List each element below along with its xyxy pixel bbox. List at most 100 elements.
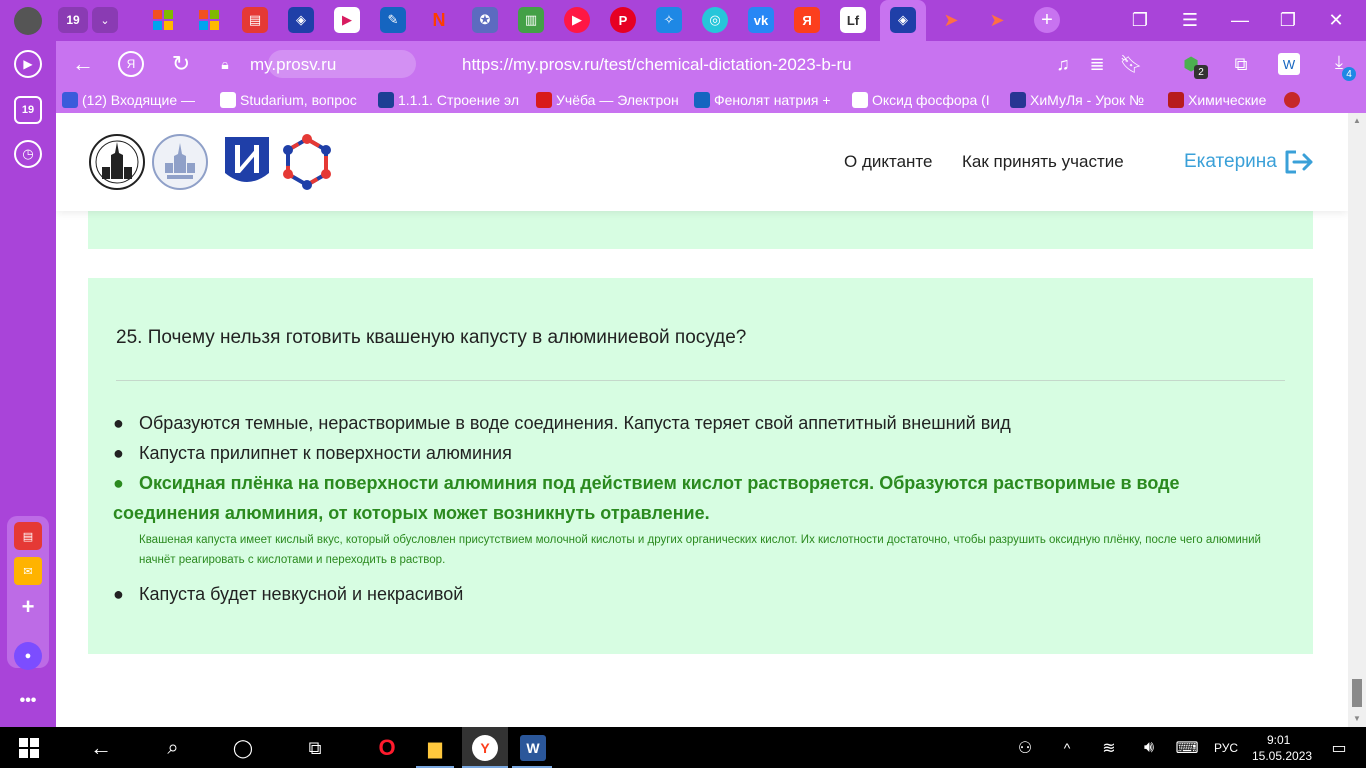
keyboard-icon[interactable]: ⌨ (1174, 735, 1200, 761)
sidebar-document-icon[interactable]: ▤ (14, 522, 42, 550)
downloads-badge: 4 (1342, 67, 1356, 81)
notifications-icon[interactable]: ▭ (1326, 735, 1352, 761)
tab-lf-icon[interactable]: Lf (840, 7, 866, 33)
people-icon[interactable]: ⚇ (1012, 735, 1038, 761)
play-icon[interactable]: ▶ (14, 50, 42, 78)
bookmark-label: Учёба — Электрон (556, 92, 679, 108)
dots-icon (852, 92, 868, 108)
tab-n-icon[interactable]: N (426, 7, 452, 33)
sidebar-mail-icon[interactable]: ✉ (14, 557, 42, 585)
sidebar-counter[interactable]: 19 (14, 96, 42, 124)
molecule-logo[interactable] (278, 133, 336, 191)
word-extension-icon[interactable]: W (1278, 53, 1300, 75)
tab-pinterest-icon[interactable]: P (610, 7, 636, 33)
scrollbar-thumb[interactable] (1352, 679, 1362, 707)
tab-plane-icon[interactable]: ➤ (938, 7, 964, 33)
bookmark-item[interactable]: 1.1.1. Строение эл (372, 87, 530, 113)
bookmark-item[interactable]: Химические (1162, 87, 1280, 113)
bookmark-item[interactable]: Учёба — Электрон (530, 87, 688, 113)
tab-feather-icon[interactable]: ✎ (380, 7, 406, 33)
msu-logo[interactable] (88, 133, 146, 191)
close-icon[interactable]: ✕ (1324, 8, 1348, 32)
task-view-icon[interactable]: ⧉ (302, 735, 328, 761)
question-card: 25. Почему нельзя готовить квашеную капу… (88, 278, 1313, 654)
headphones-icon[interactable]: ♫ (1052, 53, 1074, 75)
yandex-icon[interactable]: Я (118, 51, 144, 77)
bookmark-item[interactable]: Оксид фосфора (I (846, 87, 1004, 113)
tab-microsoft-icon[interactable] (150, 7, 176, 33)
reload-icon[interactable]: ↻ (168, 51, 194, 77)
tab-active-prosv-icon[interactable]: ◈ (890, 7, 916, 33)
bookmark-item[interactable]: Studarium, вопрос (214, 87, 372, 113)
prosv-logo[interactable] (218, 133, 276, 191)
answer-text: Капуста будет невкусной и некрасивой (139, 584, 464, 604)
chemistry-faculty-logo[interactable] (151, 133, 209, 191)
new-tab-button[interactable]: + (1034, 7, 1060, 33)
answer-option-1[interactable]: ● Образуются темные, нерастворимые в вод… (113, 408, 1269, 438)
page-scrollbar[interactable]: ▲ ▼ (1348, 113, 1366, 727)
scroll-up-icon[interactable]: ▲ (1352, 115, 1362, 125)
bookmark-label: (12) Входящие — (82, 92, 196, 108)
cortana-icon[interactable]: ◯ (230, 735, 256, 761)
nav-about[interactable]: О диктанте (844, 152, 932, 172)
tab-counter[interactable]: 19 (58, 7, 88, 33)
tab-yandex-icon[interactable]: Я (794, 7, 820, 33)
extensions-icon[interactable]: ⧉ (1230, 53, 1252, 75)
tab-chem-icon[interactable]: ✧ (656, 7, 682, 33)
reader-icon[interactable]: ≣ (1086, 53, 1108, 75)
tabs-dropdown-icon[interactable]: ⌄ (92, 7, 118, 33)
windows-start-icon[interactable] (16, 735, 42, 761)
answer-option-3-correct[interactable]: ● Оксидная плёнка на поверхности алюмини… (113, 468, 1273, 528)
search-icon[interactable]: ⌕ (160, 735, 186, 761)
himulya-icon (1010, 92, 1026, 108)
collections-icon[interactable]: ❐ (1128, 8, 1152, 32)
clock-date[interactable]: 15.05.2023 (1252, 749, 1312, 763)
nav-howto[interactable]: Как принять участие (962, 152, 1124, 172)
back-arrow-icon[interactable]: ← (88, 735, 114, 761)
bookmark-item[interactable]: Фенолят натрия + (688, 87, 846, 113)
tab-swirl-icon[interactable]: ◎ (702, 7, 728, 33)
restore-icon[interactable]: ❐ (1276, 8, 1300, 32)
alice-icon[interactable]: ● (14, 642, 42, 670)
bookmark-item[interactable]: (12) Входящие — (56, 87, 214, 113)
yandex-browser-icon[interactable]: Y (472, 735, 498, 761)
bookmark-icon[interactable]: 🔖︎ (1120, 53, 1143, 75)
back-arrow-icon[interactable]: ← (70, 51, 96, 77)
clock-time[interactable]: 9:01 (1267, 733, 1290, 747)
tab-microsoft-icon-2[interactable] (196, 7, 222, 33)
lock-icon[interactable]: 🔒︎ (216, 55, 234, 73)
history-clock-icon[interactable]: ◷ (14, 140, 42, 168)
menu-icon[interactable]: ☰ (1178, 8, 1202, 32)
uk-flag-icon[interactable] (1284, 92, 1300, 108)
wifi-icon[interactable]: ≋ (1096, 735, 1122, 761)
language-indicator[interactable]: РУС (1214, 741, 1238, 755)
scroll-down-icon[interactable]: ▼ (1352, 713, 1362, 723)
more-icon[interactable]: ••• (14, 687, 42, 715)
logout-icon[interactable] (1284, 149, 1314, 175)
tab-vk-icon[interactable]: vk (748, 7, 774, 33)
tab-document-icon[interactable]: ▤ (242, 7, 268, 33)
sidebar-add-icon[interactable]: + (14, 593, 42, 621)
bookmark-item[interactable]: ХиМуЛя - Урок № (1004, 87, 1162, 113)
user-name[interactable]: Екатерина (1184, 151, 1277, 173)
profile-avatar[interactable] (14, 7, 42, 35)
tab-prosv-icon[interactable]: ◈ (288, 7, 314, 33)
tab-brain-icon[interactable]: ✪ (472, 7, 498, 33)
tab-book-icon[interactable]: ▥ (518, 7, 544, 33)
file-explorer-icon[interactable]: ▆ (422, 735, 448, 761)
tab-video-icon[interactable]: ▶ (564, 7, 590, 33)
answer-option-4[interactable]: ● Капуста будет невкусной и некрасивой (113, 579, 1269, 609)
tab-plane-icon-2[interactable]: ➤ (984, 7, 1010, 33)
volume-icon[interactable]: 🔊︎ (1136, 735, 1162, 761)
opera-icon[interactable]: O (374, 735, 400, 761)
url-field[interactable]: https://my.prosv.ru/test/chemical-dictat… (462, 55, 852, 75)
address-bar: ← Я ↻ 🔒︎ my.prosv.ru https://my.prosv.ru… (56, 41, 1366, 87)
tab-media-icon[interactable]: ▶ (334, 7, 360, 33)
previous-question-card (88, 211, 1313, 249)
answer-option-2[interactable]: ● Капуста прилипнет к поверхности алюмин… (113, 438, 1269, 468)
word-icon[interactable]: W (520, 735, 546, 761)
studarium-icon (220, 92, 236, 108)
tray-expand-icon[interactable]: ^ (1054, 735, 1080, 761)
minimize-icon[interactable]: — (1228, 8, 1252, 32)
bookmarks-bar: (12) Входящие — Studarium, вопрос 1.1.1. … (56, 87, 1366, 113)
